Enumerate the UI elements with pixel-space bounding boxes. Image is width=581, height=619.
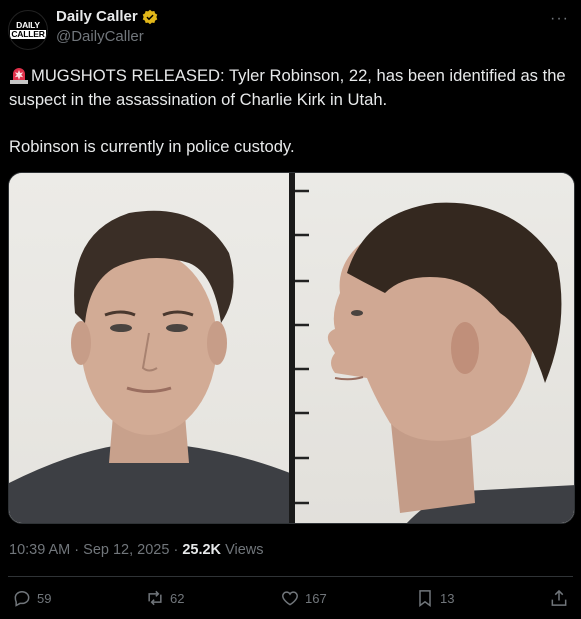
post-meta: 10:39 AM · Sep 12, 2025 · 25.2K Views [9, 542, 263, 558]
share-button[interactable] [549, 588, 569, 608]
heart-icon [282, 591, 298, 606]
bookmark-count: 13 [440, 590, 455, 606]
views-label: Views [225, 542, 264, 558]
post-date[interactable]: Sep 12, 2025 [83, 542, 169, 558]
post-text-line1: MUGSHOTS RELEASED: Tyler Robinson, 22, h… [9, 66, 566, 109]
avatar[interactable]: DAILY CALLER [8, 10, 48, 50]
mugshot-front-photo[interactable] [9, 173, 290, 523]
avatar-text-caller: CALLER [10, 29, 46, 39]
like-count: 167 [305, 590, 327, 606]
meta-separator: · [173, 542, 183, 558]
more-options-icon[interactable]: ··· [550, 10, 569, 28]
reply-button[interactable]: 59 [12, 588, 51, 608]
verified-badge-icon [142, 9, 157, 24]
handle[interactable]: @DailyCaller [56, 28, 158, 45]
repost-button[interactable]: 62 [145, 588, 184, 608]
post-time[interactable]: 10:39 AM [9, 542, 70, 558]
bookmark-icon [419, 590, 431, 607]
reply-icon [14, 590, 30, 607]
share-icon [551, 589, 567, 606]
siren-emoji-icon [10, 68, 28, 84]
like-button[interactable]: 167 [280, 588, 327, 608]
meta-separator: · [74, 542, 84, 558]
bookmark-button[interactable]: 13 [415, 588, 454, 608]
views-count: 25.2K [182, 542, 222, 558]
post-text: MUGSHOTS RELEASED: Tyler Robinson, 22, h… [9, 64, 569, 158]
author-block: Daily Caller @DailyCaller [56, 8, 158, 45]
reply-count: 59 [37, 590, 52, 606]
post-header: DAILY CALLER Daily Caller @DailyCaller ·… [8, 8, 573, 50]
repost-count: 62 [170, 590, 185, 606]
action-bar: 59 62 167 13 [12, 588, 569, 614]
mugshot-profile-photo[interactable] [295, 173, 574, 523]
post-media[interactable] [8, 172, 575, 524]
divider [8, 576, 573, 577]
display-name[interactable]: Daily Caller [56, 8, 138, 25]
repost-icon [148, 590, 162, 606]
name-row: Daily Caller [56, 8, 158, 25]
post-text-line2: Robinson is currently in police custody. [9, 136, 295, 156]
